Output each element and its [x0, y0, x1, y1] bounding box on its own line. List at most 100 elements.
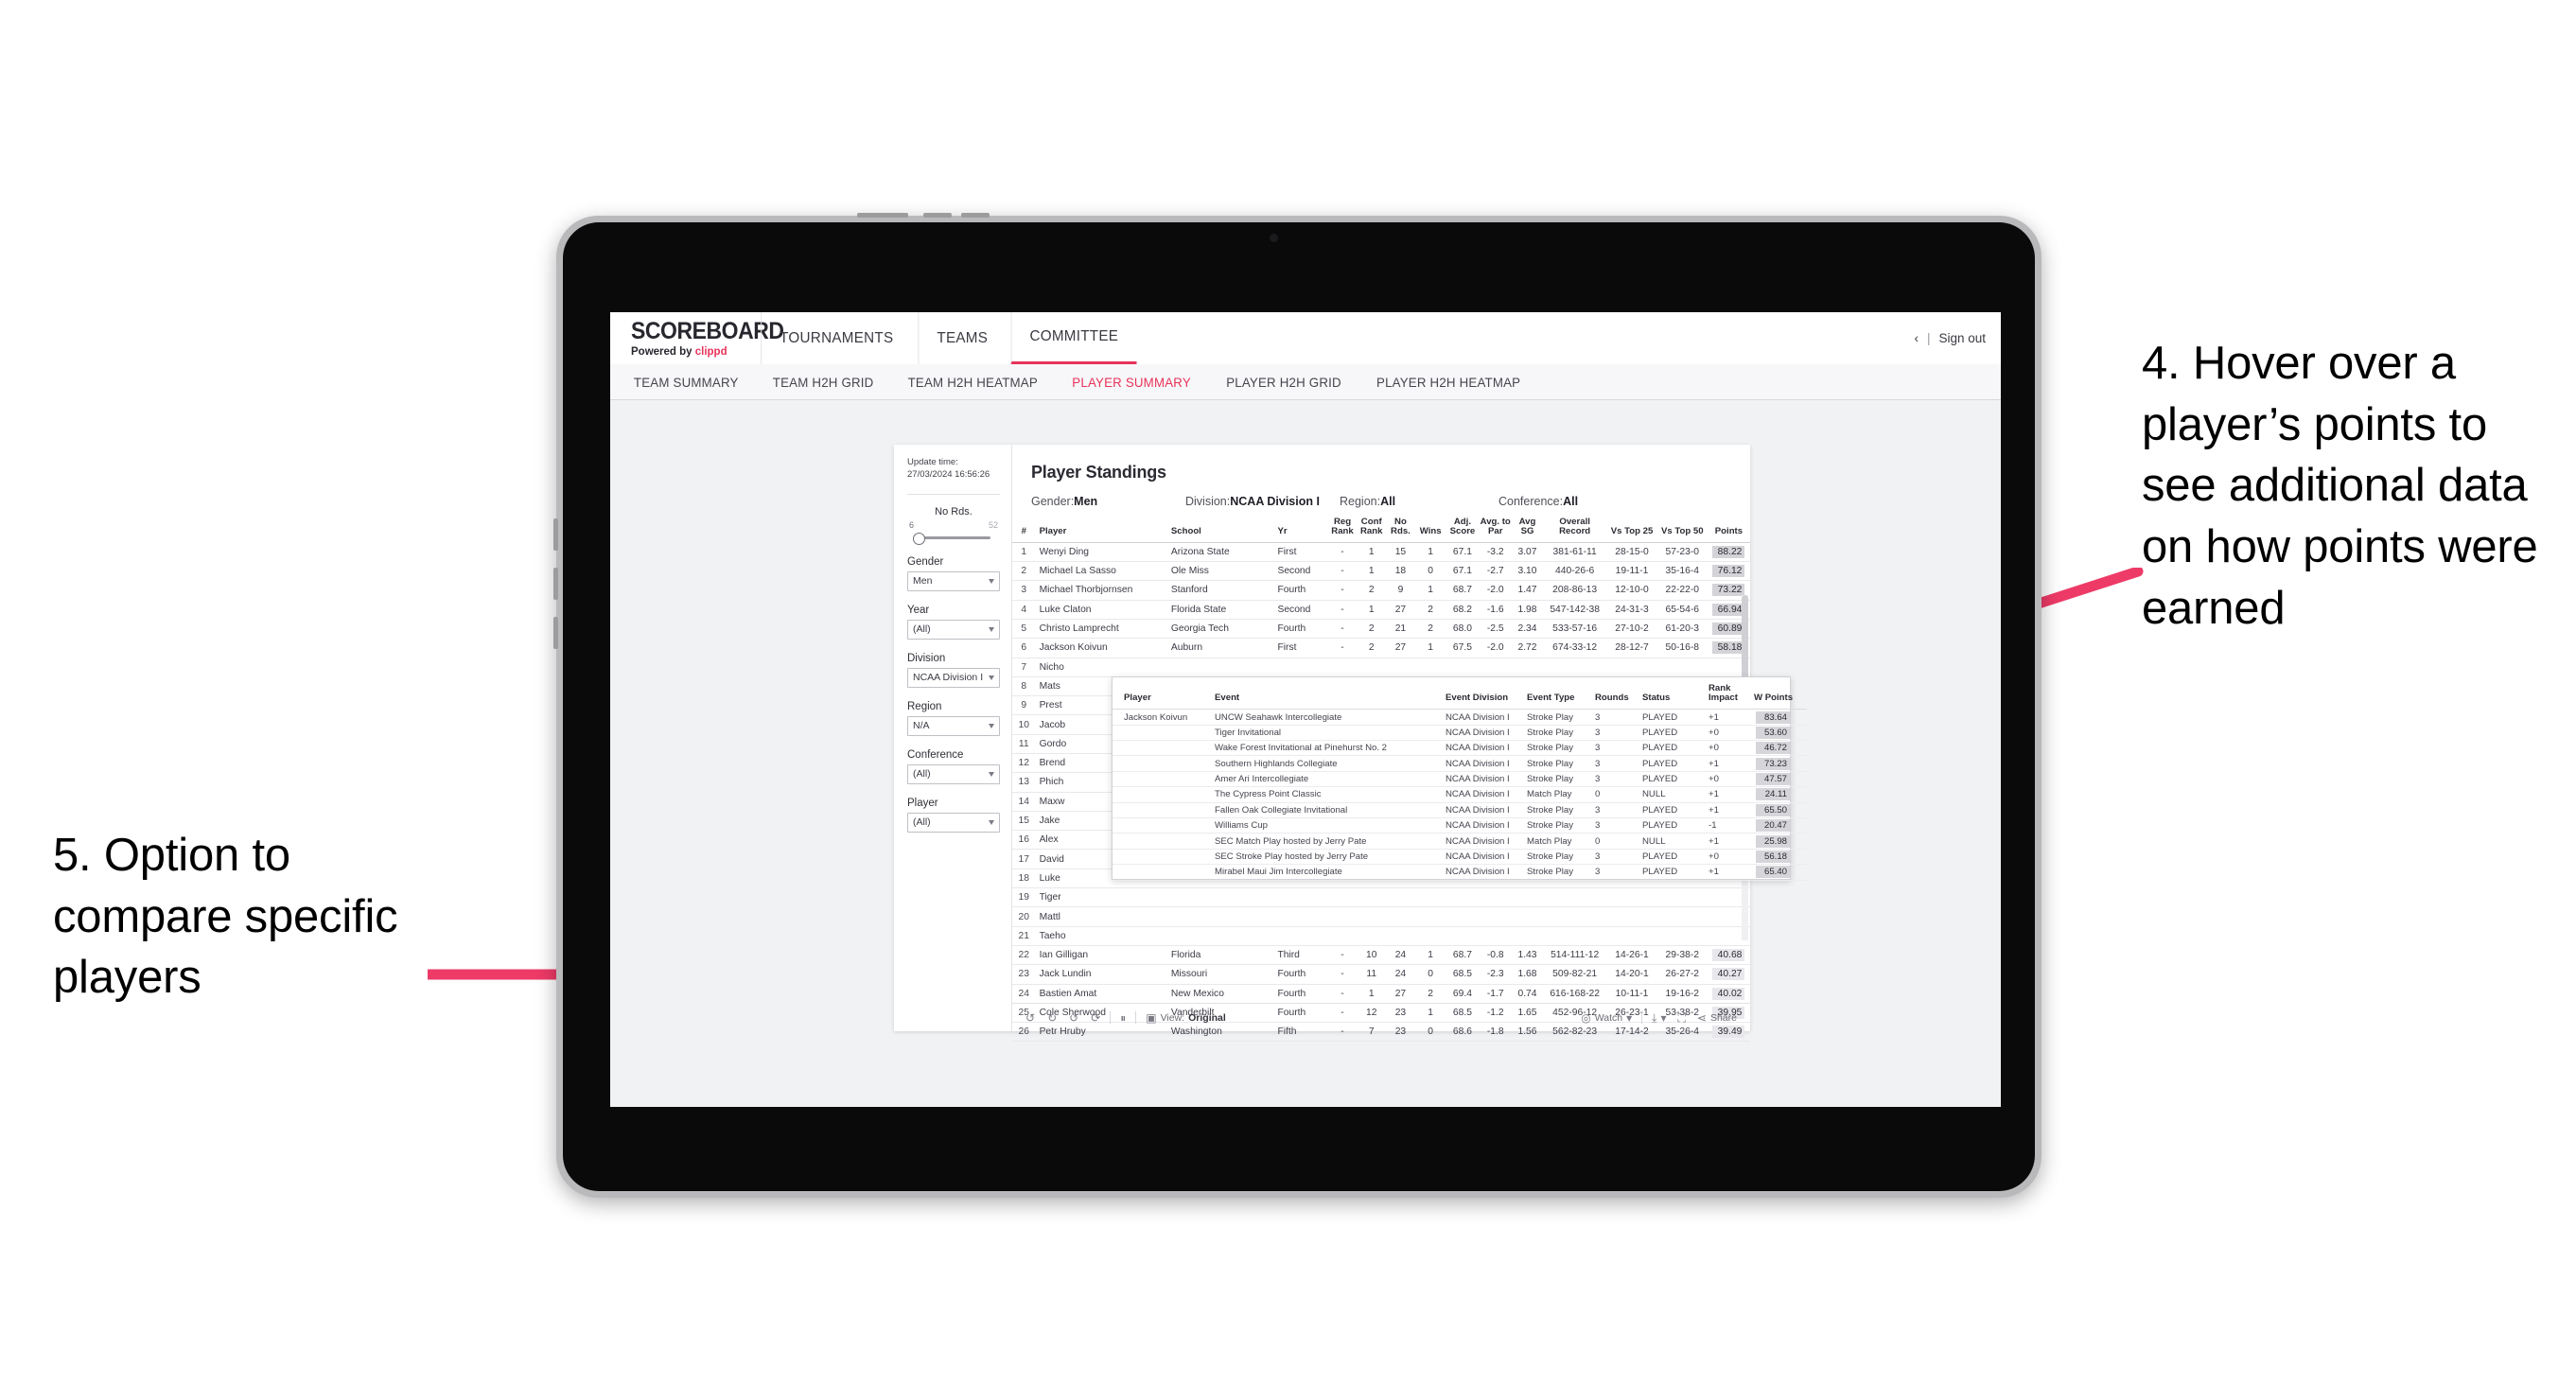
cell-wins: 2 [1414, 619, 1446, 640]
popup-cell-event: SEC Match Play hosted by Jerry Pate [1215, 833, 1446, 850]
cell-points[interactable]: 40.27 [1707, 964, 1750, 985]
cell-adj-score: 68.7 [1446, 580, 1480, 601]
cell-points[interactable]: 40.02 [1707, 984, 1750, 1004]
viz-filter-conference: Conference: All [1498, 495, 1578, 508]
cell-rank: 13 [1012, 772, 1036, 793]
col-reg-rank[interactable]: Reg Rank [1327, 517, 1358, 543]
refresh-icon[interactable]: ⟳ [1091, 1012, 1100, 1024]
undo-icon[interactable]: ↺ [1025, 1012, 1035, 1024]
popup-cell-event-division: NCAA Division I [1446, 771, 1527, 788]
points-badge[interactable]: 40.02 [1712, 987, 1745, 1000]
cell-vs-top-25: 27-10-2 [1606, 619, 1657, 640]
cell-adj-score [1446, 658, 1480, 677]
filter-region-select[interactable]: N/A [907, 715, 1000, 736]
filter-division-select[interactable]: NCAA Division I [907, 667, 1000, 688]
popup-col-status: Status [1642, 677, 1709, 711]
tab-player-summary[interactable]: PLAYER SUMMARY [1073, 375, 1192, 390]
col-adj-score[interactable]: Adj. Score [1446, 517, 1480, 543]
col-avg-sg[interactable]: Avg SG [1512, 517, 1543, 543]
cell-points[interactable]: 88.22 [1707, 542, 1750, 563]
table-row[interactable]: 7 Nicho [1012, 658, 1750, 677]
share-button[interactable]: ⋖ Share [1697, 1012, 1737, 1024]
slider-handle[interactable] [913, 532, 925, 545]
filter-player-select[interactable]: (All) [907, 812, 1000, 833]
points-badge[interactable]: 88.22 [1712, 545, 1745, 558]
points-badge[interactable]: 40.68 [1712, 949, 1745, 962]
watch-button[interactable]: ◎ Watch ▾ [1581, 1012, 1632, 1024]
col-vs-top-50[interactable]: Vs Top 50 [1656, 518, 1708, 543]
points-badge[interactable]: 76.12 [1712, 565, 1745, 578]
filter-gender-select[interactable]: Men [907, 570, 1000, 591]
col-wins[interactable]: Wins [1414, 518, 1446, 543]
points-detail-header-row: Player Event Event Division Event Type R… [1113, 677, 1807, 711]
cell-avg-sg: 1.68 [1512, 964, 1543, 985]
col-no-rds[interactable]: No Rds. [1386, 517, 1415, 543]
points-badge[interactable]: 58.18 [1712, 641, 1745, 655]
filter-division-value: NCAA Division I [913, 672, 984, 684]
points-badge[interactable]: 40.27 [1712, 968, 1745, 981]
view-original-button[interactable]: ▣ View: Original [1146, 1012, 1226, 1024]
no-rounds-slider[interactable] [911, 532, 996, 545]
popup-col-event: Event [1215, 677, 1446, 711]
fullscreen-button[interactable]: ⛶ [1678, 1012, 1686, 1024]
popup-cell-player [1113, 802, 1215, 819]
tab-team-h2h-grid[interactable]: TEAM H2H GRID [772, 375, 873, 390]
pause-auto-update-icon[interactable]: ⏸ [1120, 1012, 1126, 1024]
tab-player-h2h-heatmap[interactable]: PLAYER H2H HEATMAP [1376, 375, 1520, 390]
account-chevron-icon[interactable]: ‹ [1914, 331, 1919, 345]
nav-item-committee[interactable]: COMMITTEE [1010, 312, 1137, 364]
points-badge[interactable]: 73.22 [1712, 584, 1745, 597]
popup-cell-status: PLAYED [1642, 771, 1709, 788]
col-player[interactable]: Player [1035, 518, 1171, 543]
cell-rank: 22 [1012, 945, 1036, 966]
cell-avg-sg: 1.43 [1512, 945, 1543, 966]
nav-item-tournaments[interactable]: TOURNAMENTS [761, 312, 911, 364]
table-row[interactable]: 20 Mattl [1012, 906, 1750, 927]
redo-icon[interactable]: ↻ [1047, 1012, 1057, 1024]
cell-overall-record: 208-86-13 [1542, 580, 1607, 601]
cell-vs-top-25: 14-26-1 [1606, 945, 1657, 966]
table-row[interactable]: 1 Wenyi Ding Arizona State First -1 15 1 67.1 -3… [1012, 542, 1750, 563]
col-overall-record[interactable]: Overall Record [1542, 517, 1607, 543]
table-row[interactable]: 24 Bastien Amat New Mexico Fourth -1 27 2 69.4-… [1012, 984, 1750, 1004]
cell-points[interactable]: 40.68 [1707, 945, 1750, 966]
sign-out-link[interactable]: Sign out [1938, 331, 1986, 345]
tab-player-h2h-grid[interactable]: PLAYER H2H GRID [1226, 375, 1341, 390]
nav-item-teams[interactable]: TEAMS [918, 312, 1006, 364]
table-row[interactable]: 5 Christo Lamprecht Georgia Tech Fourth -2 21… [1012, 619, 1750, 640]
col-conf-rank[interactable]: Conf Rank [1357, 517, 1387, 543]
col-vs-top-25[interactable]: Vs Top 25 [1606, 518, 1657, 543]
table-row[interactable]: 23 Jack Lundin Missouri Fourth -11 24 0 68.5 -2.… [1012, 964, 1750, 985]
tab-team-summary[interactable]: TEAM SUMMARY [634, 375, 739, 390]
filter-year-select[interactable]: (All) [907, 619, 1000, 640]
col-school[interactable]: School [1170, 518, 1278, 543]
revert-icon[interactable]: ↺ [1069, 1012, 1078, 1024]
table-row[interactable]: 6 Jackson Koivun Auburn First -2 27 1 67.5 -2.0 2… [1012, 638, 1750, 658]
cell-player: Tiger [1035, 887, 1171, 908]
download-button[interactable]: ⤓ ▾ [1652, 1012, 1666, 1024]
fullscreen-icon: ⛶ [1677, 1010, 1686, 1025]
col-yr[interactable]: Yr [1277, 518, 1328, 543]
table-row[interactable]: 19 Tiger [1012, 887, 1750, 908]
cell-points[interactable]: 76.12 [1707, 561, 1750, 582]
col-avg-to-par[interactable]: Avg. to Par [1479, 517, 1513, 543]
col-rank[interactable]: # [1012, 518, 1036, 543]
filter-conference-select[interactable]: (All) [907, 763, 1000, 784]
table-row[interactable]: 21 Taeho [1012, 926, 1750, 946]
tab-team-h2h-heatmap[interactable]: TEAM H2H HEATMAP [907, 375, 1037, 390]
table-row[interactable]: 3 Michael Thorbjornsen Stanford Fourth -2 9 1 6… [1012, 580, 1750, 601]
table-row[interactable]: 4 Luke Claton Florida State Second -1 27 2 68.2… [1012, 600, 1750, 620]
popup-table-row: Jackson Koivun UNCW Seahawk Intercollegia… [1113, 709, 1807, 726]
viz-filter-region-label: Region: [1340, 495, 1381, 508]
col-points[interactable]: Points [1707, 518, 1750, 543]
table-row[interactable]: 22 Ian Gilligan Florida Third -10 24 1 68.7 -0.8… [1012, 945, 1750, 966]
points-badge[interactable]: 60.89 [1712, 623, 1745, 636]
popup-cell-event-type: Stroke Play [1527, 864, 1595, 881]
table-row[interactable]: 2 Michael La Sasso Ole Miss Second -1 18 0 67.1… [1012, 561, 1750, 582]
cell-rank: 11 [1012, 734, 1036, 754]
chevron-down-icon [989, 723, 994, 728]
cell-school [1170, 906, 1278, 927]
cell-conf-rank: 1 [1357, 984, 1387, 1004]
viz-filter-gender: Gender: Men [1031, 495, 1185, 508]
points-badge[interactable]: 66.94 [1712, 603, 1745, 616]
